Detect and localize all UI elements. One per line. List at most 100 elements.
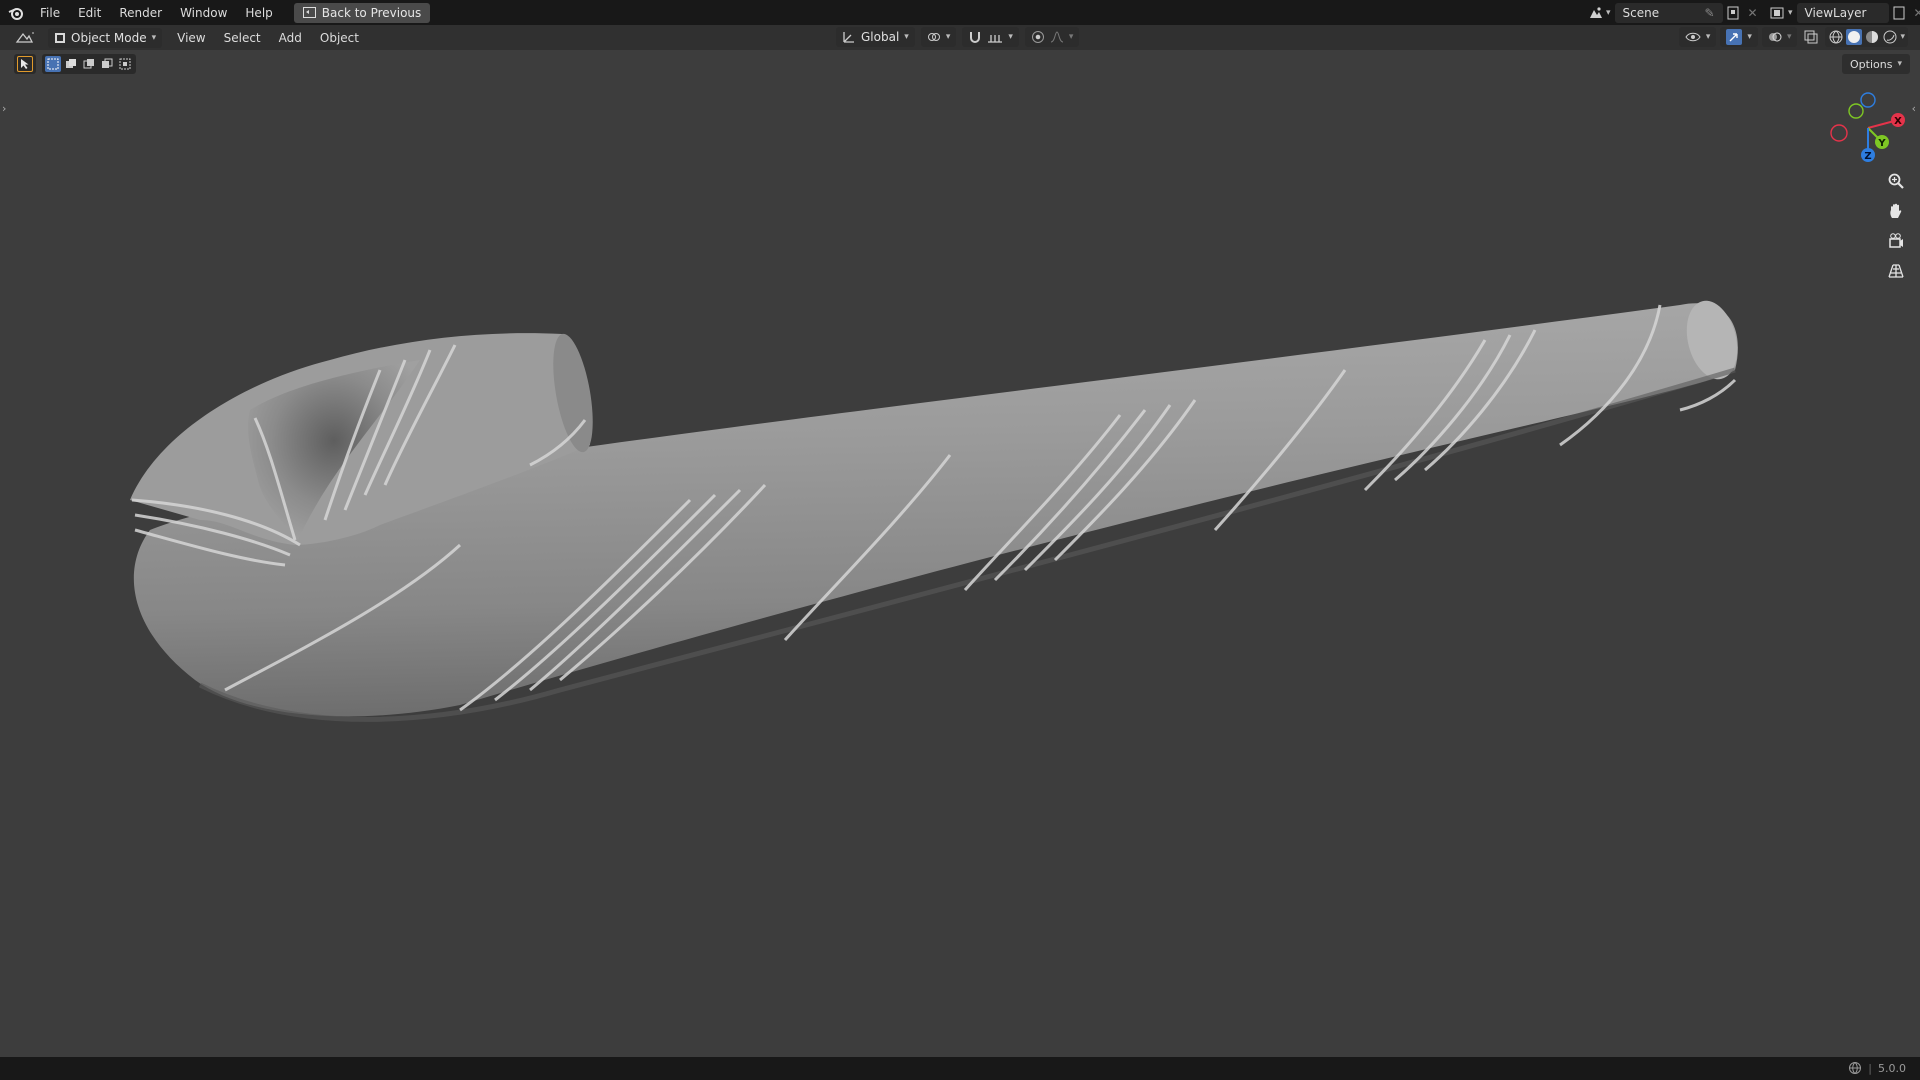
candy-cane-mesh[interactable] bbox=[130, 295, 1745, 722]
zoom-icon[interactable] bbox=[1883, 168, 1909, 194]
menu-select[interactable]: Select bbox=[215, 28, 270, 48]
snap-increment-icon bbox=[988, 35, 1003, 43]
camera-view-icon[interactable] bbox=[1883, 228, 1909, 254]
chevron-down-icon: ▾ bbox=[1705, 32, 1711, 42]
object-mode-icon bbox=[55, 32, 65, 43]
back-to-previous-label: Back to Previous bbox=[321, 5, 422, 20]
blender-logo-icon[interactable] bbox=[5, 2, 27, 24]
globe-icon bbox=[1849, 1062, 1862, 1074]
chevron-down-icon: ▾ bbox=[1068, 32, 1074, 42]
object-mode-dropdown[interactable]: Object Mode ▾ bbox=[48, 27, 163, 48]
tool-settings-row bbox=[14, 54, 136, 74]
pivot-point-dropdown[interactable]: ▾ bbox=[920, 27, 957, 47]
falloff-icon bbox=[1050, 31, 1064, 43]
orientation-dropdown[interactable]: Global ▾ bbox=[836, 27, 915, 47]
object-mode-label: Object Mode bbox=[71, 30, 147, 45]
wireframe-shading-icon[interactable] bbox=[1828, 29, 1844, 45]
perspective-ortho-grid-icon[interactable] bbox=[1883, 258, 1909, 284]
rendered-shading-icon[interactable] bbox=[1882, 29, 1898, 45]
xray-toggle[interactable] bbox=[1801, 27, 1821, 47]
menu-object[interactable]: Object bbox=[311, 28, 368, 48]
scene-name: Scene bbox=[1622, 5, 1660, 20]
version-info: | 5.0.0 bbox=[1848, 1061, 1906, 1075]
view-layer-selector[interactable]: ▾ ViewLayer ✕ bbox=[1768, 2, 1920, 23]
orientation-icon bbox=[843, 32, 854, 43]
menu-render[interactable]: Render bbox=[110, 2, 171, 24]
toolbar-expand-icon[interactable]: › bbox=[2, 102, 6, 115]
select-tool-icon[interactable] bbox=[17, 56, 33, 72]
transform-tools: Global ▾ ▾ ▾ ▾ bbox=[836, 27, 1080, 47]
snapping-controls[interactable]: ▾ bbox=[962, 27, 1019, 47]
gizmo-neg-x-handle bbox=[1830, 124, 1848, 142]
chevron-down-icon: ▾ bbox=[1747, 32, 1752, 42]
navigation-gizmo[interactable]: X Y Z bbox=[1824, 88, 1908, 168]
gizmo-neg-y-handle bbox=[1848, 103, 1864, 119]
status-separator: | bbox=[1868, 1061, 1872, 1075]
scene-icon[interactable] bbox=[1586, 3, 1606, 23]
proportional-editing-controls[interactable]: ▾ bbox=[1024, 27, 1080, 47]
sidebar-expand-icon[interactable]: ‹ bbox=[1912, 102, 1916, 115]
back-to-previous-button[interactable]: Back to Previous bbox=[293, 2, 431, 23]
pivot-icon bbox=[927, 33, 940, 41]
screen-icon bbox=[302, 7, 316, 18]
viewport-display-tools: ▾ ▾ ▾ ▾ bbox=[1678, 27, 1908, 47]
gizmo-toggle[interactable]: ▾ bbox=[1720, 27, 1758, 47]
solid-shading-icon[interactable] bbox=[1846, 29, 1863, 45]
scene-selector[interactable]: ▾ Scene ✎ ✕ bbox=[1586, 2, 1763, 23]
select-intersect-icon[interactable] bbox=[117, 56, 133, 72]
orientation-label: Global bbox=[861, 30, 900, 44]
chevron-down-icon: ▾ bbox=[151, 32, 157, 43]
editor-type-icon[interactable] bbox=[10, 28, 40, 48]
scene-name-field[interactable]: Scene ✎ bbox=[1614, 2, 1723, 23]
pan-hand-icon[interactable] bbox=[1883, 198, 1909, 224]
chevron-down-icon: ▾ bbox=[1788, 7, 1793, 18]
material-shading-icon[interactable] bbox=[1864, 29, 1880, 45]
chevron-down-icon: ▾ bbox=[1606, 7, 1611, 18]
chevron-down-icon: ▾ bbox=[1786, 32, 1792, 42]
visibility-dropdown[interactable]: ▾ bbox=[1678, 27, 1717, 47]
select-subtract-icon[interactable] bbox=[81, 56, 97, 72]
selection-mode-group bbox=[42, 54, 136, 74]
view-layer-name: ViewLayer bbox=[1804, 5, 1867, 20]
gizmo-x-label: X bbox=[1894, 116, 1902, 127]
options-label: Options bbox=[1850, 57, 1893, 71]
gizmo-y-label: Y bbox=[1877, 138, 1886, 149]
menu-add[interactable]: Add bbox=[270, 28, 311, 48]
xray-icon bbox=[1804, 30, 1818, 44]
topbar: File Edit Render Window Help Back to Pre… bbox=[0, 0, 1920, 25]
status-bar: | 5.0.0 bbox=[0, 1057, 1920, 1080]
view-layer-field[interactable]: ViewLayer bbox=[1796, 2, 1889, 23]
menu-help[interactable]: Help bbox=[236, 2, 281, 24]
menu-edit[interactable]: Edit bbox=[69, 2, 110, 24]
magnet-icon bbox=[970, 32, 981, 43]
new-view-layer-icon[interactable] bbox=[1889, 3, 1909, 23]
new-scene-icon[interactable] bbox=[1723, 3, 1743, 23]
pin-icon[interactable]: ✎ bbox=[1704, 6, 1714, 20]
select-extend-icon[interactable] bbox=[63, 56, 79, 72]
chevron-down-icon[interactable]: ▾ bbox=[1900, 32, 1905, 42]
delete-view-layer-icon[interactable]: ✕ bbox=[1909, 3, 1920, 23]
eye-icon bbox=[1685, 32, 1701, 42]
select-new-icon[interactable] bbox=[45, 56, 61, 72]
view-layer-icon[interactable] bbox=[1768, 3, 1788, 23]
delete-scene-icon[interactable]: ✕ bbox=[1743, 3, 1763, 23]
shading-mode-group: ▾ bbox=[1825, 27, 1908, 47]
options-dropdown[interactable]: Options ▾ bbox=[1842, 54, 1910, 74]
active-tool-box[interactable] bbox=[14, 54, 36, 74]
gizmo-neg-z-handle bbox=[1860, 92, 1876, 108]
overlays-toggle[interactable]: ▾ bbox=[1761, 27, 1798, 47]
menu-window[interactable]: Window bbox=[171, 2, 236, 24]
chevron-down-icon: ▾ bbox=[1008, 32, 1013, 42]
overlays-icon bbox=[1768, 32, 1782, 42]
viewport-header: Object Mode ▾ View Select Add Object Glo… bbox=[0, 25, 1920, 50]
menu-view[interactable]: View bbox=[168, 28, 214, 48]
chevron-down-icon: ▾ bbox=[1897, 59, 1902, 69]
chevron-down-icon: ▾ bbox=[945, 32, 951, 42]
blender-version: 5.0.0 bbox=[1878, 1061, 1906, 1075]
menu-file[interactable]: File bbox=[31, 2, 69, 24]
proportional-editing-icon bbox=[1031, 31, 1044, 43]
gizmo-z-label: Z bbox=[1864, 151, 1871, 162]
viewport[interactable] bbox=[0, 0, 1920, 1080]
select-difference-icon[interactable] bbox=[99, 56, 115, 72]
chevron-down-icon: ▾ bbox=[904, 32, 909, 42]
